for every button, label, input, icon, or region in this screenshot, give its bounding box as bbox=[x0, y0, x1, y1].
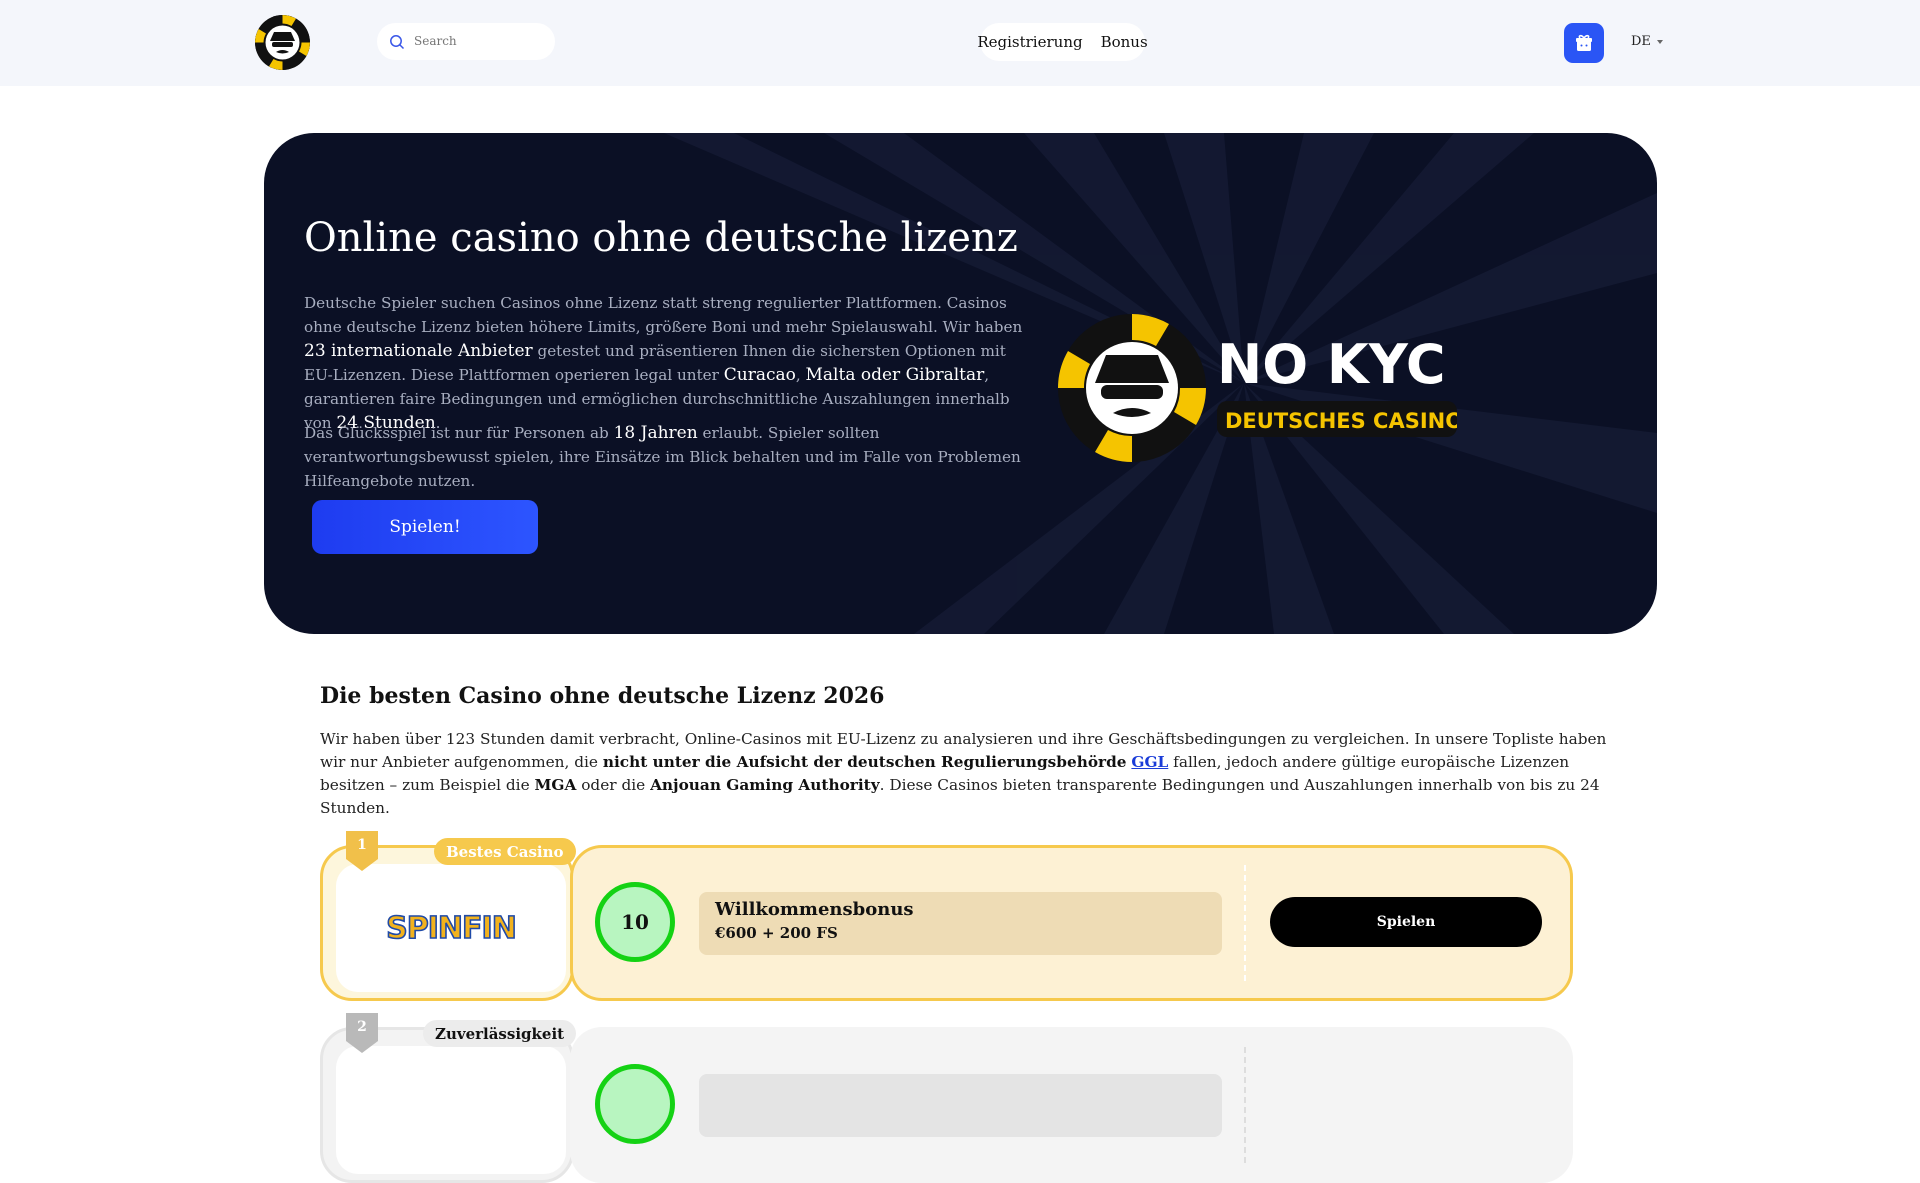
nav-bonus[interactable]: Bonus bbox=[1101, 33, 1148, 51]
casino-play-button[interactable]: Spielen bbox=[1270, 897, 1542, 947]
text: Deutsche Spieler suchen Casinos ohne Liz… bbox=[304, 294, 1023, 336]
casino-score bbox=[595, 1064, 675, 1144]
gift-icon bbox=[1576, 34, 1592, 51]
language-selector[interactable]: DE bbox=[1631, 34, 1663, 49]
bonus-box bbox=[699, 1074, 1222, 1137]
bold-text: MGA bbox=[534, 776, 577, 794]
bold-text: nicht unter die Aufsicht der deutschen R… bbox=[602, 753, 1127, 771]
casino-tag: Zuverlässigkeit bbox=[423, 1020, 577, 1047]
no-kyc-brand-logo: NO KYC DEUTSCHES CASINO bbox=[1058, 314, 1457, 462]
card-divider bbox=[1244, 865, 1246, 981]
site-header: Registrierung Bonus DE bbox=[0, 0, 1920, 86]
casino-card: SPINFIN 1 Bestes Casino 10 Willkommensbo… bbox=[320, 831, 1573, 1001]
hero-banner: Online casino ohne deutsche lizenz Deuts… bbox=[264, 133, 1657, 634]
nav-registrierung[interactable]: Registrierung bbox=[977, 33, 1082, 51]
rank-number: 2 bbox=[357, 1019, 367, 1035]
main-nav: Registrierung Bonus bbox=[977, 23, 1148, 61]
incognito-chip-icon bbox=[255, 15, 310, 70]
hero-title: Online casino ohne deutsche lizenz bbox=[304, 215, 1018, 261]
bonus-title: Willkommensbonus bbox=[715, 899, 914, 920]
casino-card: 2 Zuverlässigkeit bbox=[320, 1013, 1573, 1183]
card-divider bbox=[1244, 1047, 1246, 1163]
highlight: 23 internationale Anbieter bbox=[304, 341, 533, 361]
section-title: Die besten Casino ohne deutsche Lizenz 2… bbox=[320, 683, 885, 709]
chevron-down-icon bbox=[1656, 39, 1663, 44]
casino-logo-container[interactable]: SPINFIN bbox=[336, 864, 566, 992]
brand-name: NO KYC bbox=[1217, 333, 1446, 396]
casino-tag: Bestes Casino bbox=[434, 838, 576, 865]
svg-text:SPINFIN: SPINFIN bbox=[386, 911, 516, 946]
gift-button[interactable] bbox=[1564, 23, 1604, 63]
rank-number: 1 bbox=[357, 837, 367, 853]
bold-text: Anjouan Gaming Authority bbox=[650, 776, 880, 794]
search-input[interactable] bbox=[414, 32, 544, 50]
spinfin-logo: SPINFIN bbox=[386, 910, 516, 947]
hero-age-notice: Das Glücksspiel ist nur für Personen ab … bbox=[304, 421, 1024, 493]
rank-badge: 1 bbox=[344, 831, 380, 871]
section-intro: Wir haben über 123 Stunden damit verbrac… bbox=[320, 728, 1610, 820]
rank-badge: 2 bbox=[344, 1013, 380, 1053]
site-logo[interactable] bbox=[255, 15, 310, 70]
search-icon bbox=[390, 35, 405, 50]
casino-logo-container[interactable] bbox=[336, 1046, 566, 1174]
text: , bbox=[795, 366, 806, 384]
language-label: DE bbox=[1631, 34, 1651, 49]
text: Das Glücksspiel ist nur für Personen ab bbox=[304, 424, 614, 442]
highlight: Curacao bbox=[723, 365, 796, 385]
highlight: Malta oder Gibraltar bbox=[805, 365, 985, 385]
casino-score: 10 bbox=[595, 882, 675, 962]
brand-subtitle: DEUTSCHES CASINO bbox=[1225, 409, 1457, 433]
bonus-value: €600 + 200 FS bbox=[715, 924, 838, 942]
search-box[interactable] bbox=[377, 23, 555, 60]
highlight: 18 Jahren bbox=[613, 423, 698, 443]
ggl-link[interactable]: GGL bbox=[1131, 753, 1168, 771]
bonus-box: Willkommensbonus €600 + 200 FS bbox=[699, 892, 1222, 955]
hero-intro-text: Deutsche Spieler suchen Casinos ohne Liz… bbox=[304, 291, 1024, 435]
text: oder die bbox=[576, 776, 651, 794]
hero-play-button[interactable]: Spielen! bbox=[312, 500, 538, 554]
